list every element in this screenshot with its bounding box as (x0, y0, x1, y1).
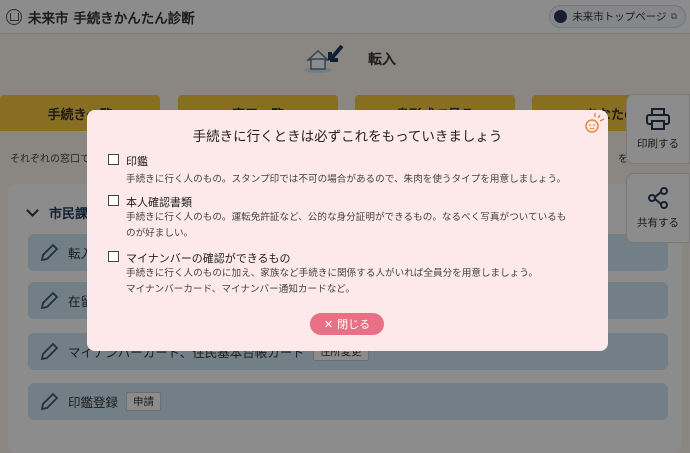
item-title: 印鑑 (126, 155, 148, 168)
item-checkbox[interactable] (108, 251, 119, 262)
close-label: 閉じる (337, 318, 371, 331)
item-desc-line: のが好ましい。 (126, 228, 194, 239)
item-description: 手続きに行く人のものに加え、家族など手続きに関係する人がいれば全員分を用意しまし… (126, 266, 596, 298)
item-desc-line: マイナンバーカード、マイナンバー通知カードなど。 (126, 284, 356, 295)
item-description: 手続きに行く人のもの。スタンプ印では不可の場合があるので、朱肉を使うタイプを用意… (126, 172, 596, 188)
item-checkbox[interactable] (108, 195, 119, 206)
item-desc-line: 手続きに行く人のもの。スタンプ印では不可の場合があるので、朱肉を使うタイプを用意… (126, 174, 567, 185)
modal-title: 手続きに行くときは必ずこれをもっていきましょう (192, 129, 503, 145)
item-description: 手続きに行く人のもの。運転免許証など、公的な身分証明ができるもの。なるべく写真が… (126, 210, 596, 242)
close-icon: ✕ (323, 317, 334, 331)
item-checkbox[interactable] (108, 154, 119, 165)
close-button[interactable]: ✕ 閉じる (310, 313, 384, 335)
item-desc-line: 手続きに行く人のものに加え、家族など手続きに関係する人がいれば全員分を用意しまし… (126, 268, 538, 279)
item-title: 本人確認書類 (126, 196, 192, 209)
sparkle-face-icon (585, 113, 605, 133)
item-title: マイナンバーの確認ができるもの (126, 252, 291, 265)
item-desc-line: 手続きに行く人のもの。運転免許証など、公的な身分証明ができるもの。なるべく写真が… (126, 212, 567, 223)
belongings-modal: 手続きに行くときは必ずこれをもっていきましょう 印鑑 手続きに行く人のもの。スタ… (87, 110, 608, 351)
